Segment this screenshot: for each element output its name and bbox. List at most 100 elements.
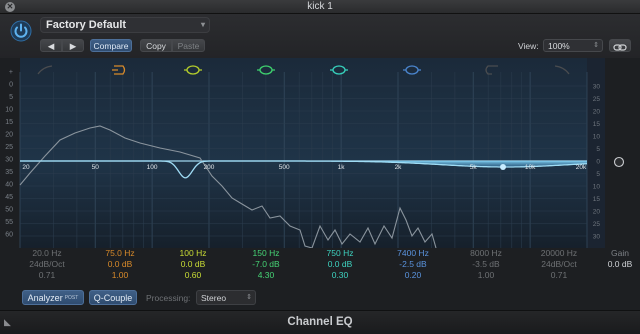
band-freq-value[interactable]: 150 Hz: [231, 248, 301, 259]
right-scale-label: 20: [593, 109, 601, 116]
zoom-select[interactable]: 100% ⇕: [543, 39, 603, 52]
chevron-down-icon: ▾: [200, 20, 205, 29]
band-column: 20000 Hz 24dB/Oct 0.71: [524, 248, 594, 281]
left-scale-label: 60: [5, 232, 13, 239]
analyzer-post-badge: POST: [64, 295, 79, 301]
right-scale-label: 20: [593, 209, 601, 216]
left-scale-label: +: [9, 69, 13, 76]
processing-select[interactable]: Stereo ⇕: [196, 290, 256, 305]
band-freq-value[interactable]: 8000 Hz: [451, 248, 521, 259]
frequency-label: 500: [279, 164, 290, 171]
band-gain-value[interactable]: 24dB/Oct: [524, 259, 594, 270]
band-column: 8000 Hz -3.5 dB 1.00: [451, 248, 521, 281]
analyzer-label: Analyzer: [27, 293, 63, 303]
q-couple-button[interactable]: Q-Couple: [89, 290, 137, 305]
left-scale-label: 40: [5, 182, 13, 189]
processing-value: Stereo: [201, 293, 227, 303]
graph-background: [20, 58, 587, 248]
band-q-value[interactable]: 0.20: [378, 270, 448, 281]
right-scale-label: 5: [596, 146, 600, 153]
band-q-value[interactable]: 4.30: [231, 270, 301, 281]
band-q-value[interactable]: 0.71: [12, 270, 82, 281]
band-handle[interactable]: [500, 164, 506, 170]
processing-label: Processing:: [146, 293, 191, 303]
band-freq-value[interactable]: 20.0 Hz: [12, 248, 82, 259]
band-freq-value[interactable]: 7400 Hz: [378, 248, 448, 259]
band-freq-value[interactable]: 20000 Hz: [524, 248, 594, 259]
right-scale-label: 10: [593, 134, 601, 141]
left-scale-label: 25: [5, 144, 13, 151]
title-bar: ✕ kick 1: [0, 0, 640, 14]
frequency-label: 50: [92, 164, 100, 171]
band-column: 750 Hz 0.0 dB 0.30: [305, 248, 375, 281]
paste-button[interactable]: Paste: [172, 39, 205, 52]
band-freq-value[interactable]: 100 Hz: [158, 248, 228, 259]
band-gain-value[interactable]: 0.0 dB: [305, 259, 375, 270]
band-column: 150 Hz -7.0 dB 4.30: [231, 248, 301, 281]
eq-graph[interactable]: +051015202530354045505560 30252015105051…: [0, 58, 640, 248]
gain-column: Gain 0.0 dB: [603, 248, 637, 270]
link-button[interactable]: [609, 39, 631, 52]
band-freq-value[interactable]: 750 Hz: [305, 248, 375, 259]
band-gain-value[interactable]: -7.0 dB: [231, 259, 301, 270]
right-scale-label: 10: [593, 184, 601, 191]
band-q-value[interactable]: 1.00: [451, 270, 521, 281]
next-preset-button[interactable]: ▶: [62, 39, 84, 52]
right-scale-label: 25: [593, 96, 601, 103]
window-title: kick 1: [307, 1, 333, 12]
right-scale-label: 30: [593, 84, 601, 91]
left-scale-label: 15: [5, 119, 13, 126]
frequency-label: 20k: [576, 164, 587, 171]
right-scale-label: 15: [593, 196, 601, 203]
gain-strip: [605, 58, 640, 248]
band-parameters: 20.0 Hz 24dB/Oct 0.71 75.0 Hz 0.0 dB 1.00 100 …: [0, 248, 640, 288]
band-q-value[interactable]: 1.00: [85, 270, 155, 281]
band-gain-value[interactable]: 24dB/Oct: [12, 259, 82, 270]
left-scale-label: 0: [9, 82, 13, 89]
power-icon[interactable]: [10, 20, 32, 42]
band-gain-value[interactable]: 0.0 dB: [158, 259, 228, 270]
gain-value[interactable]: 0.0 dB: [603, 259, 637, 270]
frequency-label: 1k: [338, 164, 346, 171]
frequency-label: 200: [204, 164, 215, 171]
compare-button[interactable]: Compare: [90, 39, 132, 52]
band-q-value[interactable]: 0.30: [305, 270, 375, 281]
left-scale-label: 45: [5, 194, 13, 201]
bottom-controls: Analyzer POST Q-Couple Processing: Stereo…: [0, 288, 640, 310]
right-scale-label: 30: [593, 234, 601, 241]
stepper-icon: ⇕: [593, 42, 599, 49]
frequency-label: 2k: [395, 164, 403, 171]
copy-button[interactable]: Copy: [140, 39, 172, 52]
plugin-footer: ◣ Channel EQ: [0, 310, 640, 334]
frequency-label: 100: [147, 164, 158, 171]
preset-name: Factory Default: [46, 19, 127, 31]
left-scale-label: 30: [5, 157, 13, 164]
band-freq-value[interactable]: 75.0 Hz: [85, 248, 155, 259]
band-column: 7400 Hz -2.5 dB 0.20: [378, 248, 448, 281]
band-gain-value[interactable]: -2.5 dB: [378, 259, 448, 270]
band-gain-value[interactable]: 0.0 dB: [85, 259, 155, 270]
eq-display[interactable]: +0 5 10 15 20 25 30 35 40 45 50 55 60 30 25 20 15 10 5 0 5 1…: [0, 58, 640, 248]
left-scale-label: 50: [5, 207, 13, 214]
gain-knob[interactable]: [613, 156, 625, 168]
link-icon: [613, 44, 627, 51]
band-column: 75.0 Hz 0.0 dB 1.00: [85, 248, 155, 281]
frequency-label: 5k: [470, 164, 478, 171]
left-scale-label: 35: [5, 169, 13, 176]
band-q-value[interactable]: 0.60: [158, 270, 228, 281]
right-scale-label: 5: [596, 171, 600, 178]
previous-preset-button[interactable]: ◀: [40, 39, 62, 52]
right-scale-label: 0: [596, 159, 600, 166]
left-scale-label: 20: [5, 132, 13, 139]
band-gain-value[interactable]: -3.5 dB: [451, 259, 521, 270]
right-scale-label: 15: [593, 121, 601, 128]
plugin-header: Factory Default ▾ ◀ ▶ Compare Copy Paste…: [0, 14, 640, 58]
stepper-icon: ⇕: [246, 294, 252, 301]
right-scale-label: 25: [593, 221, 601, 228]
gain-label: Gain: [611, 248, 629, 258]
analyzer-button[interactable]: Analyzer POST: [22, 290, 84, 305]
view-label: View:: [518, 41, 539, 51]
left-db-scale: +0 5 10 15 20 25 30 35 40 45 50 55 60: [5, 69, 13, 239]
band-q-value[interactable]: 0.71: [524, 270, 594, 281]
preset-menu[interactable]: Factory Default ▾: [40, 17, 210, 33]
